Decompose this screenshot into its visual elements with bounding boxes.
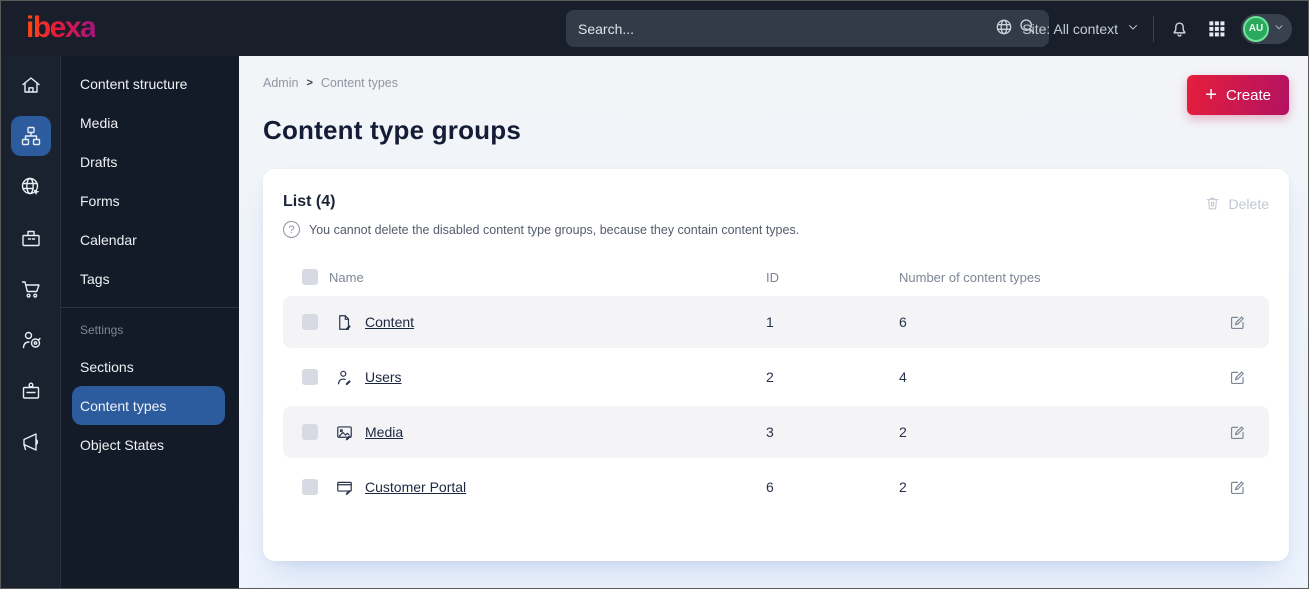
user-menu[interactable]: AU [1241,13,1292,44]
bell-icon [1173,22,1186,37]
sidebar-item-content-structure[interactable]: Content structure [72,64,225,103]
sidebar-item-object-states[interactable]: Object States [72,425,225,464]
edit-button[interactable] [1225,475,1269,500]
table-header-row: Name ID Number of content types [283,258,1269,296]
rail-marketing[interactable] [11,422,51,462]
row-checkbox[interactable] [302,424,318,440]
group-id: 2 [766,369,774,385]
edit-icon [1230,425,1244,439]
edit-icon [1230,480,1244,494]
megaphone-icon [22,433,38,451]
rail-content[interactable] [10,116,51,156]
table-row: Customer Portal 6 2 [283,461,1269,513]
col-count: Number of content types [899,269,1041,285]
site-context-selector[interactable]: Site: All context [994,17,1140,40]
site-context-label: Site: All context [1022,20,1118,37]
sidebar-item-drafts[interactable]: Drafts [72,142,225,181]
rail-commerce[interactable] [11,269,51,309]
ibexa-admin-window: ibexa Site: All context [0,0,1309,589]
globe-icon [994,17,1014,40]
breadcrumb: Admin > Content types [263,76,1308,90]
page-title: Content type groups [263,115,522,145]
sidebar: Content structure Media Drafts Forms Cal… [1,56,239,588]
menu-divider [61,307,239,308]
site-globe-icon [21,177,39,196]
rail-products[interactable] [11,218,51,258]
table-row: Users 2 4 [283,351,1269,403]
sidebar-item-tags[interactable]: Tags [72,259,225,298]
edit-button[interactable] [1225,420,1269,445]
home-icon [21,77,40,93]
screen-icon [337,481,352,495]
table-row: Media 3 2 [283,406,1269,458]
avatar: AU [1243,15,1269,42]
icon-rail [1,56,61,588]
rail-dashboard[interactable] [11,65,51,105]
edit-button[interactable] [1225,365,1269,390]
breadcrumb-current: Content types [320,76,399,90]
cart-icon [21,281,40,298]
delete-button[interactable]: Delete [1204,195,1269,212]
col-id: ID [766,269,779,285]
col-name: Name [329,269,364,285]
group-id: 3 [766,424,774,440]
group-count: 6 [899,314,907,330]
content-type-groups-card: List (4) Delete ? You cannot delete the … [263,169,1289,561]
group-link[interactable]: Customer Portal [365,479,466,495]
plus-icon: + [1205,84,1217,106]
trash-icon [1206,197,1218,210]
edit-icon [1230,370,1244,384]
main-content: Admin > Content types + Create Content t… [239,56,1308,588]
sidebar-item-content-types[interactable]: Content types [72,386,225,425]
customers-target-icon [22,331,41,349]
rail-site[interactable] [11,167,51,207]
row-checkbox[interactable] [302,314,318,330]
sidebar-item-media[interactable]: Media [72,103,225,142]
global-search[interactable] [566,10,1049,47]
chevron-down-icon [1273,20,1285,38]
app-grid-icon [1209,21,1225,37]
group-id: 6 [766,479,774,495]
topbar-divider [1153,15,1154,42]
row-checkbox[interactable] [302,479,318,495]
edit-button[interactable] [1225,310,1269,335]
group-link[interactable]: Content [365,314,414,330]
file-icon [339,314,351,330]
sidebar-menu: Content structure Media Drafts Forms Cal… [61,56,239,588]
chevron-down-icon [1126,20,1140,37]
rail-admin[interactable] [11,371,51,411]
top-bar: ibexa Site: All context [1,1,1308,56]
group-link[interactable]: Users [365,369,402,385]
group-count: 2 [899,479,907,495]
app-switcher-button[interactable] [1205,17,1228,40]
image-icon [337,425,352,440]
table-row: Content 1 6 [283,296,1269,348]
products-icon [21,230,40,247]
sidebar-item-forms[interactable]: Forms [72,181,225,220]
sidebar-item-calendar[interactable]: Calendar [72,220,225,259]
ibexa-logo: ibexa [26,11,97,44]
content-tree-icon [21,126,40,146]
notifications-button[interactable] [1167,16,1192,41]
help-text: You cannot delete the disabled content t… [309,222,800,237]
list-title: List (4) [283,193,336,210]
group-count: 4 [899,369,907,385]
group-id: 1 [766,314,774,330]
edit-icon [1230,315,1244,329]
settings-section-label: Settings [80,323,124,337]
row-checkbox[interactable] [302,369,318,385]
search-input[interactable] [578,20,1017,37]
select-all-checkbox[interactable] [302,269,318,285]
rail-customers[interactable] [11,320,51,360]
group-count: 2 [899,424,907,440]
help-icon: ? [283,221,300,238]
breadcrumb-separator: > [306,77,313,89]
user-icon [337,370,351,385]
badge-icon [22,382,39,399]
create-button[interactable]: + Create [1187,75,1289,115]
content-type-groups-table: Name ID Number of content types Content … [283,258,1269,513]
breadcrumb-admin[interactable]: Admin [263,76,298,90]
group-link[interactable]: Media [365,424,403,440]
sidebar-item-sections[interactable]: Sections [72,347,225,386]
